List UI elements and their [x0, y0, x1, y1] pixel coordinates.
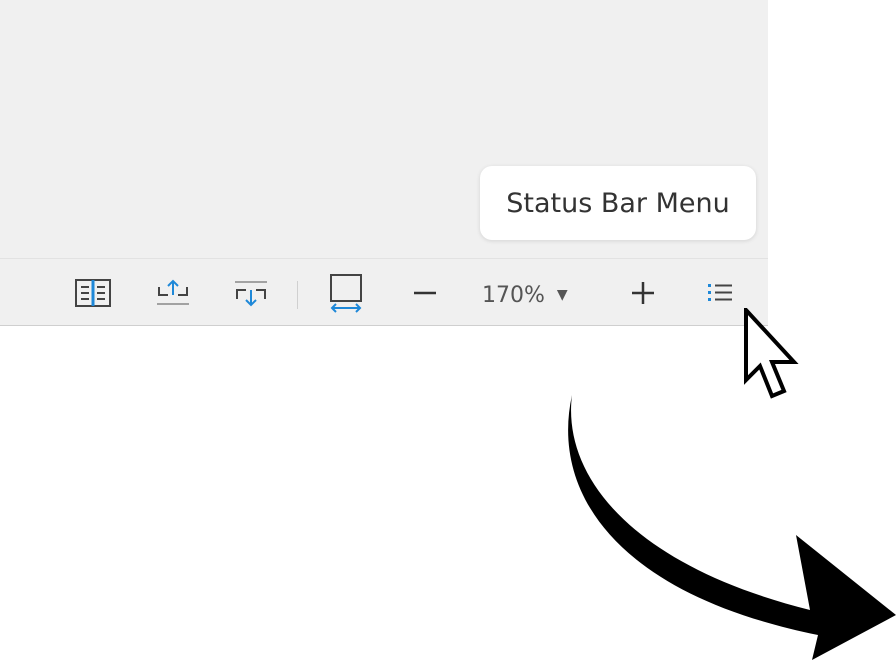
tooltip-text: Status Bar Menu — [506, 187, 730, 219]
page-scroll-up-button[interactable] — [152, 275, 194, 311]
fit-width-button[interactable] — [324, 274, 368, 313]
status-bar-menu-button[interactable] — [702, 275, 738, 311]
curved-arrow-icon — [568, 395, 896, 660]
zoom-level-text: 170% — [482, 282, 545, 308]
fit-width-icon — [330, 274, 362, 313]
zoom-level-dropdown[interactable]: 170% ▼ — [482, 281, 568, 309]
status-bar-separator — [297, 281, 298, 309]
zoom-in-button[interactable] — [626, 275, 660, 311]
page-scroll-down-button[interactable] — [230, 275, 272, 311]
page-scroll-up-icon — [157, 279, 189, 305]
zoom-in-icon — [632, 282, 654, 304]
tooltip: Status Bar Menu — [480, 166, 756, 240]
read-mode-icon — [75, 279, 111, 307]
read-mode-button[interactable] — [72, 275, 114, 311]
status-bar-menu-icon — [708, 284, 732, 301]
page-scroll-down-icon — [235, 281, 267, 307]
chevron-down-icon: ▼ — [556, 287, 568, 303]
status-bar: 170% ▼ — [0, 258, 768, 326]
zoom-out-icon — [414, 291, 436, 295]
zoom-out-button[interactable] — [408, 275, 442, 311]
